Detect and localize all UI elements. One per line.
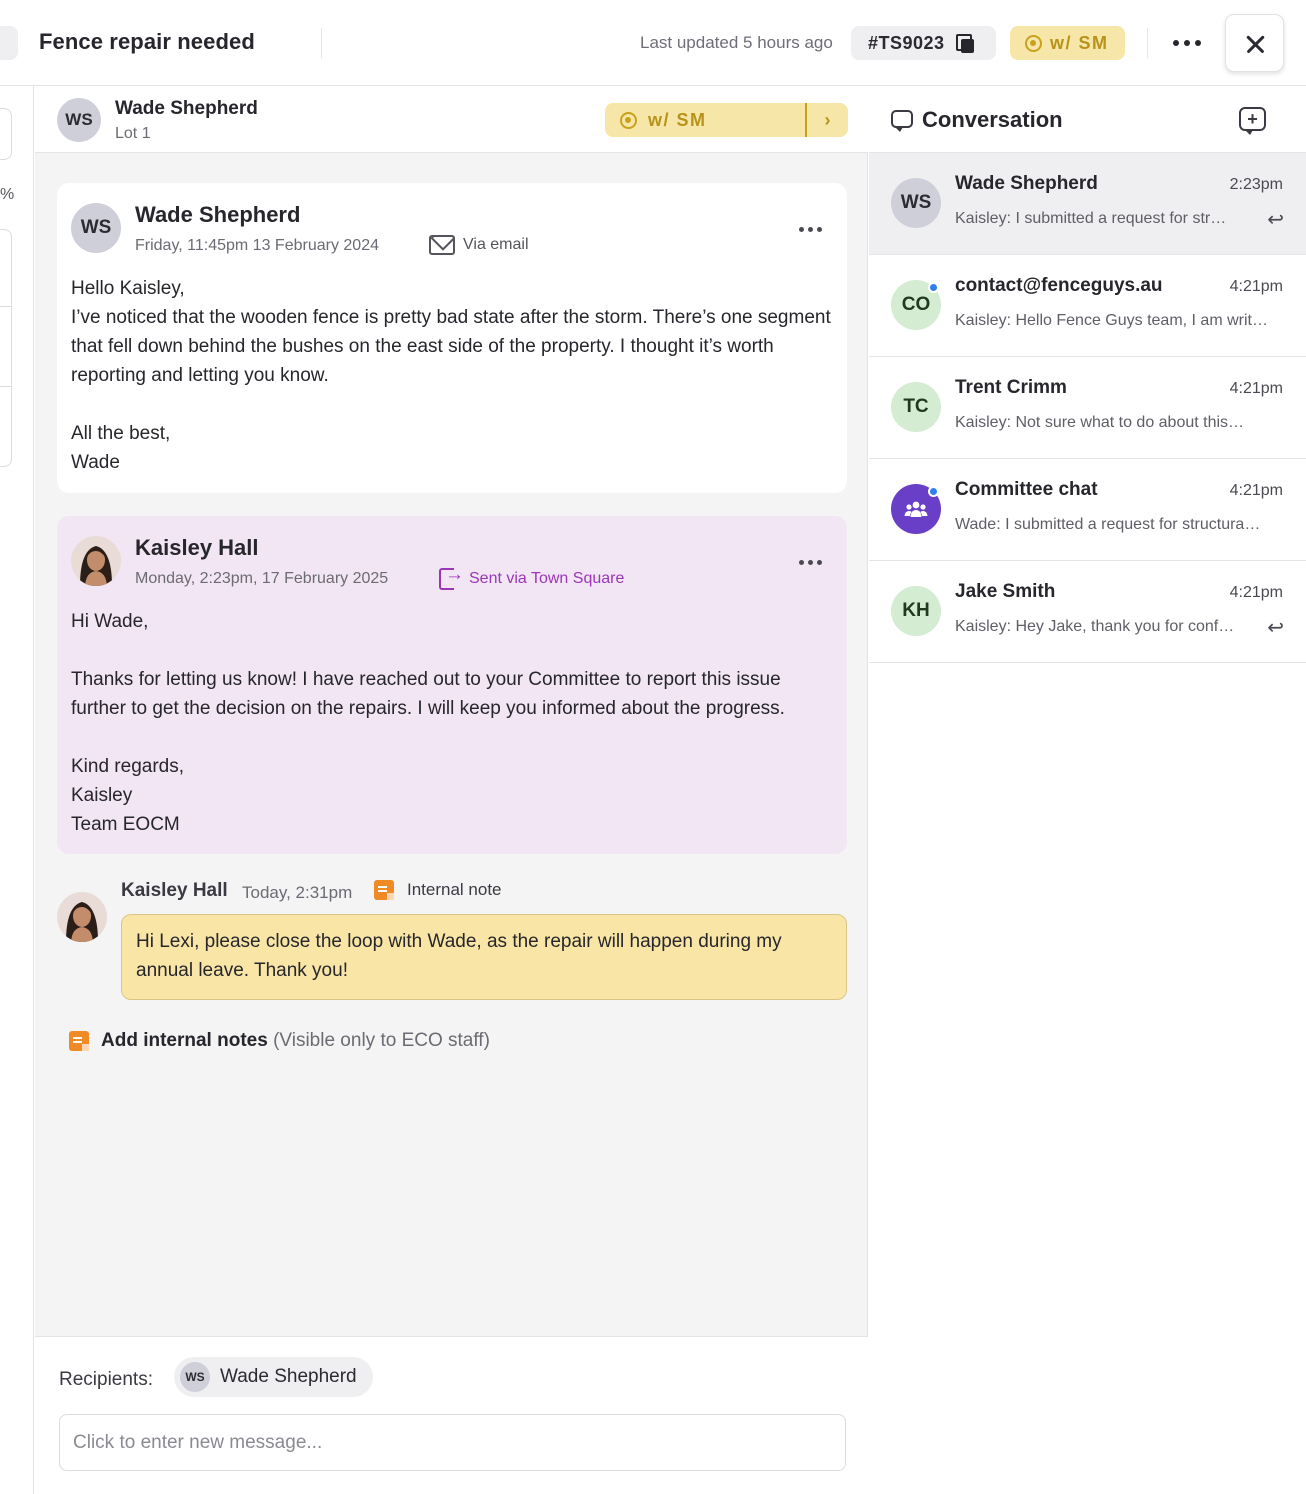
more-options-icon[interactable] bbox=[799, 227, 822, 232]
conversation-name: Committee chat bbox=[955, 479, 1098, 500]
more-options-icon[interactable] bbox=[799, 560, 822, 565]
mail-icon bbox=[429, 235, 455, 255]
conversation-name: contact@fenceguys.au bbox=[955, 275, 1163, 296]
conversation-time: 4:21pm bbox=[1229, 482, 1283, 499]
add-internal-notes-button[interactable]: Add internal notes (Visible only to ECO … bbox=[69, 1030, 490, 1052]
conversation-item[interactable]: CO contact@fenceguys.au 4:21pm Kaisley: … bbox=[869, 255, 1306, 357]
conversation-item[interactable]: WS Wade Shepherd 2:23pm Kaisley: I submi… bbox=[869, 153, 1306, 255]
note-time: Today, 2:31pm bbox=[242, 883, 353, 902]
avatar: TC bbox=[891, 382, 941, 432]
unread-indicator bbox=[928, 486, 939, 497]
partial-text: % bbox=[0, 186, 15, 203]
conversation-preview: Kaisley: Not sure what to do about this… bbox=[955, 414, 1245, 431]
conversation-header: Conversation + bbox=[869, 86, 1306, 153]
conversation-time: 4:21pm bbox=[1229, 380, 1283, 397]
unread-indicator bbox=[928, 282, 939, 293]
avatar: KH bbox=[891, 586, 941, 636]
chevron-right-icon[interactable]: › bbox=[807, 110, 848, 131]
new-chat-icon[interactable]: + bbox=[1239, 107, 1266, 135]
status-label: w/ SM bbox=[1050, 32, 1109, 53]
contact-name: Wade Shepherd bbox=[115, 98, 258, 119]
status-label: w/ SM bbox=[648, 109, 707, 130]
add-notes-label: Add internal notes bbox=[101, 1030, 268, 1051]
status-badge[interactable]: w/ SM bbox=[1010, 26, 1125, 60]
message-author: Kaisley Hall bbox=[135, 535, 259, 560]
internal-note-bubble: Hi Lexi, please close the loop with Wade… bbox=[121, 914, 847, 1000]
message-channel: Sent via Town Square bbox=[439, 564, 625, 590]
avatar-photo-icon bbox=[57, 892, 107, 942]
back-button[interactable] bbox=[0, 26, 18, 60]
avatar bbox=[57, 892, 107, 942]
note-icon bbox=[69, 1031, 89, 1051]
more-options-icon[interactable] bbox=[1168, 28, 1206, 58]
copy-icon[interactable] bbox=[955, 33, 975, 53]
recipient-chip[interactable]: WS Wade Shepherd bbox=[174, 1357, 373, 1397]
chat-bubble-icon bbox=[891, 110, 913, 132]
channel-label: Sent via Town Square bbox=[469, 570, 625, 587]
status-dot-icon bbox=[1025, 34, 1042, 52]
reply-icon: ↩ bbox=[1267, 209, 1284, 231]
channel-label: Via email bbox=[463, 236, 529, 253]
conversation-preview: Wade: I submitted a request for structur… bbox=[955, 516, 1261, 533]
divider bbox=[321, 28, 322, 58]
page-title: Fence repair needed bbox=[39, 29, 255, 54]
message-body: Hi Wade, Thanks for letting us know! I h… bbox=[71, 611, 785, 835]
ticket-id-chip[interactable]: #TS9023 bbox=[851, 26, 996, 60]
divider bbox=[1147, 28, 1148, 58]
ticket-id: #TS9023 bbox=[868, 32, 945, 53]
note-tag: Internal note bbox=[374, 880, 502, 900]
close-icon[interactable] bbox=[1225, 14, 1284, 72]
conversation-name: Trent Crimm bbox=[955, 377, 1067, 398]
message-date: Monday, 2:23pm, 17 February 2025 bbox=[135, 570, 389, 587]
avatar: WS bbox=[891, 178, 941, 228]
conversation-preview: Kaisley: I submitted a request for str… bbox=[955, 210, 1227, 227]
composer: Recipients: WS Wade Shepherd bbox=[35, 1336, 868, 1494]
contact-status-dropdown[interactable]: w/ SM › bbox=[605, 103, 848, 137]
status-dot-icon bbox=[620, 111, 637, 129]
message-card: Kaisley Hall Monday, 2:23pm, 17 February… bbox=[57, 516, 847, 854]
partial-list[interactable] bbox=[0, 229, 12, 467]
avatar: WS bbox=[180, 1362, 210, 1392]
send-out-icon bbox=[439, 564, 464, 590]
conversation-panel: Conversation + WS Wade Shepherd 2:23pm K… bbox=[869, 86, 1306, 1494]
conversation-item[interactable]: TC Trent Crimm 4:21pm Kaisley: Not sure … bbox=[869, 357, 1306, 459]
message-date: Friday, 11:45pm 13 February 2024 bbox=[135, 237, 379, 254]
note-author: Kaisley Hall bbox=[121, 880, 228, 901]
conversation-preview: Kaisley: Hello Fence Guys team, I am wri… bbox=[955, 312, 1268, 329]
note-icon bbox=[374, 880, 394, 900]
conversation-time: 2:23pm bbox=[1229, 176, 1283, 193]
message-input[interactable] bbox=[59, 1414, 846, 1471]
avatar: WS bbox=[57, 98, 101, 142]
message-body: Hello Kaisley, I’ve noticed that the woo… bbox=[71, 278, 831, 473]
message-channel: Via email bbox=[429, 235, 529, 255]
reply-icon: ↩ bbox=[1267, 617, 1284, 639]
note-tag-label: Internal note bbox=[407, 880, 502, 899]
avatar: WS bbox=[71, 203, 121, 253]
conversation-item[interactable]: KH Jake Smith 4:21pm Kaisley: Hey Jake, … bbox=[869, 561, 1306, 663]
recipients-label: Recipients: bbox=[59, 1369, 153, 1390]
last-updated-text: Last updated 5 hours ago bbox=[640, 33, 833, 52]
partial-field[interactable] bbox=[0, 108, 12, 160]
top-bar: Fence repair needed Last updated 5 hours… bbox=[0, 0, 1306, 86]
conversation-name: Jake Smith bbox=[955, 581, 1056, 602]
add-notes-hint: (Visible only to ECO staff) bbox=[273, 1030, 490, 1051]
conversation-item[interactable]: Committee chat 4:21pm Wade: I submitted … bbox=[869, 459, 1306, 561]
message-thread-panel: WS Wade Shepherd Lot 1 w/ SM › WS Wade S… bbox=[35, 86, 868, 1494]
left-panel-partial: % bbox=[0, 86, 34, 1494]
recipient-name: Wade Shepherd bbox=[220, 1366, 357, 1387]
message-author: Wade Shepherd bbox=[135, 202, 301, 227]
message-card: WS Wade Shepherd Friday, 11:45pm 13 Febr… bbox=[57, 183, 847, 493]
avatar bbox=[71, 536, 121, 586]
conversation-title: Conversation bbox=[922, 107, 1063, 132]
divider bbox=[0, 306, 12, 307]
contact-header: WS Wade Shepherd Lot 1 w/ SM › bbox=[35, 86, 868, 153]
contact-lot: Lot 1 bbox=[115, 125, 151, 142]
conversation-preview: Kaisley: Hey Jake, thank you for conf… bbox=[955, 618, 1235, 635]
conversation-name: Wade Shepherd bbox=[955, 173, 1098, 194]
divider bbox=[0, 386, 12, 387]
avatar-photo-icon bbox=[71, 536, 121, 586]
conversation-time: 4:21pm bbox=[1229, 278, 1283, 295]
conversation-time: 4:21pm bbox=[1229, 584, 1283, 601]
